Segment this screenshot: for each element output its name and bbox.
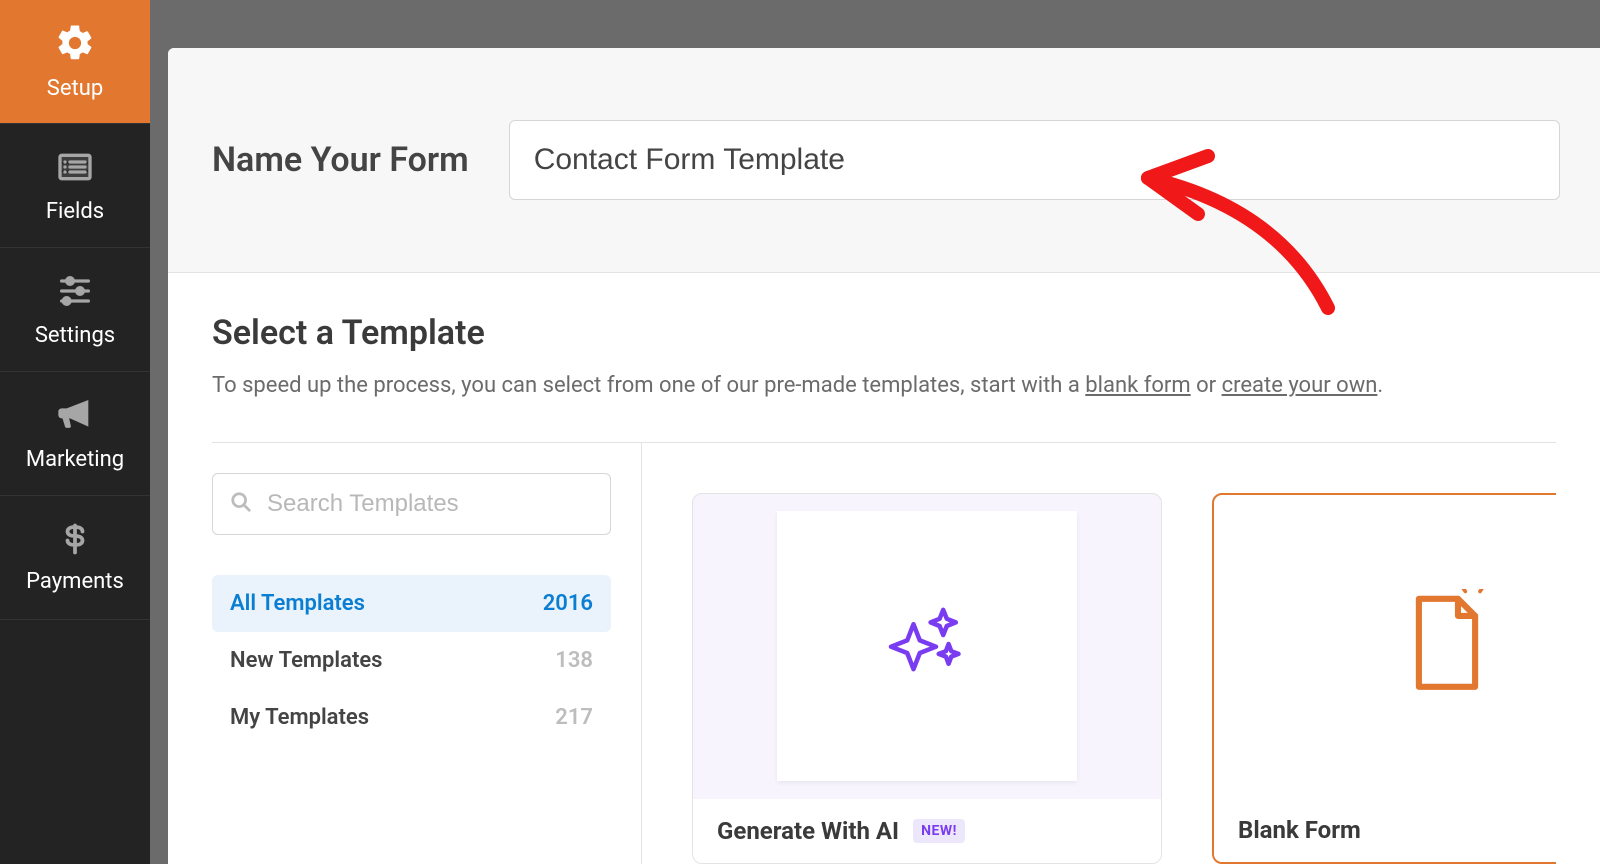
category-count: 217 [555, 705, 593, 730]
sidebar-item-settings[interactable]: Settings [0, 248, 150, 372]
sliders-icon [55, 271, 95, 311]
card-preview [693, 494, 1161, 799]
sidebar-label-payments: Payments [26, 569, 124, 594]
sidebar-label-setup: Setup [47, 76, 103, 101]
sidebar-item-marketing[interactable]: Marketing [0, 372, 150, 496]
card-title: Generate With AI [717, 817, 899, 845]
bullhorn-icon [55, 395, 95, 435]
sidebar-item-setup[interactable]: Setup [0, 0, 150, 124]
name-form-label: Name Your Form [208, 140, 469, 180]
card-preview [1214, 495, 1556, 798]
main-panel: Name Your Form Select a Template To spee… [168, 48, 1600, 864]
category-new-templates[interactable]: New Templates 138 [212, 632, 611, 689]
category-count: 2016 [543, 591, 593, 616]
card-title: Blank Form [1238, 816, 1361, 844]
sidebar: Setup Fields Settings Marketing Payments [0, 0, 150, 864]
sidebar-item-payments[interactable]: Payments [0, 496, 150, 620]
card-preview-inner [777, 511, 1077, 781]
new-badge: NEW! [913, 819, 965, 843]
category-column: All Templates 2016 New Templates 138 My … [212, 443, 642, 864]
template-card-ai[interactable]: Generate With AI NEW! [692, 493, 1162, 864]
card-footer: Blank Form [1214, 798, 1556, 862]
card-preview-inner [1297, 511, 1556, 781]
subtext-pre: To speed up the process, you can select … [212, 373, 1085, 398]
subtext-mid: or [1191, 373, 1222, 398]
sidebar-label-fields: Fields [46, 199, 104, 224]
file-icon [1402, 589, 1492, 703]
select-template-heading: Select a Template [212, 313, 1556, 353]
template-split: All Templates 2016 New Templates 138 My … [212, 442, 1556, 864]
category-my-templates[interactable]: My Templates 217 [212, 689, 611, 746]
app-root: Setup Fields Settings Marketing Payments [0, 0, 1600, 864]
template-body: Select a Template To speed up the proces… [168, 273, 1600, 864]
category-list: All Templates 2016 New Templates 138 My … [212, 575, 611, 746]
sidebar-item-fields[interactable]: Fields [0, 124, 150, 248]
category-label: New Templates [230, 648, 382, 673]
category-label: My Templates [230, 705, 369, 730]
search-wrap [212, 473, 611, 535]
search-templates-input[interactable] [212, 473, 611, 535]
gear-icon [54, 22, 96, 64]
link-create-own[interactable]: create your own [1222, 373, 1378, 398]
subtext-post: . [1377, 373, 1383, 398]
template-cards: Generate With AI NEW! [642, 443, 1556, 864]
dollar-icon [57, 521, 93, 557]
link-blank-form[interactable]: blank form [1085, 373, 1190, 398]
form-name-input[interactable] [509, 120, 1560, 200]
card-footer: Generate With AI NEW! [693, 799, 1161, 863]
list-icon [55, 147, 95, 187]
select-template-subtext: To speed up the process, you can select … [212, 371, 1556, 402]
name-form-row: Name Your Form [168, 48, 1600, 273]
category-count: 138 [555, 648, 593, 673]
category-all-templates[interactable]: All Templates 2016 [212, 575, 611, 632]
search-icon [230, 491, 252, 517]
sidebar-label-settings: Settings [35, 323, 115, 348]
template-card-blank[interactable]: Blank Form [1212, 493, 1556, 864]
sidebar-label-marketing: Marketing [26, 447, 124, 472]
sparkle-icon [882, 599, 972, 693]
category-label: All Templates [230, 591, 365, 616]
